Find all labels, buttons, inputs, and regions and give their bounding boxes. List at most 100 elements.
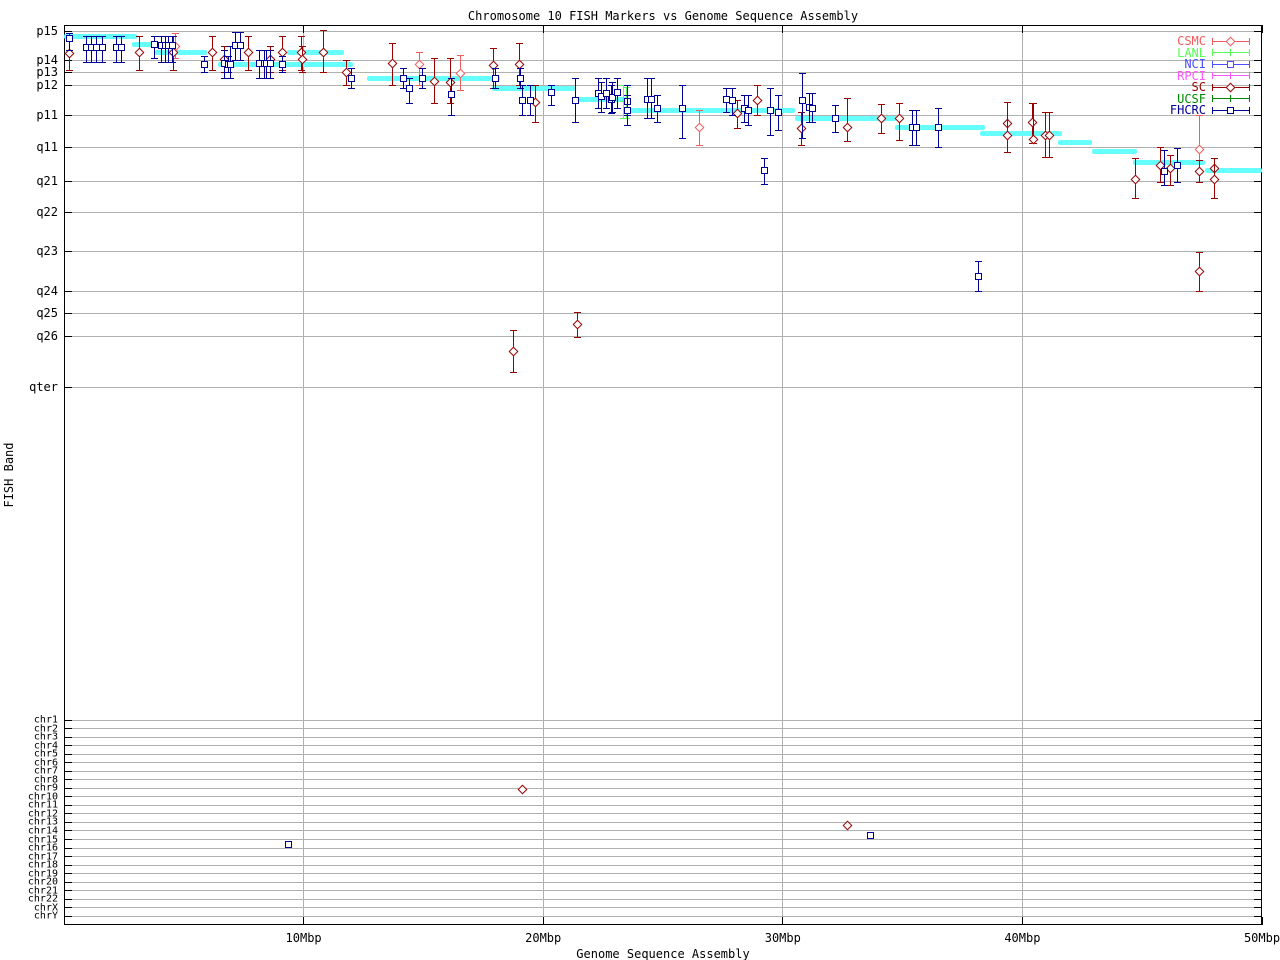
error-bar-sc — [1199, 252, 1200, 291]
data-point-fhcrc — [221, 60, 228, 67]
data-point-fhcrc — [809, 105, 816, 112]
error-bar-fhcrc — [422, 68, 423, 88]
y-tick-label-band: q21 — [0, 174, 58, 188]
error-bar-cap — [348, 68, 355, 69]
error-bar-cap — [745, 95, 752, 96]
y-tick-label-chr: chrY — [0, 911, 58, 922]
data-point-fhcrc — [767, 107, 774, 114]
error-bar-cap — [1161, 185, 1168, 186]
axis-tick — [64, 387, 72, 388]
data-point-fhcrc — [201, 61, 208, 68]
assembly-segment — [218, 62, 353, 67]
error-bar-cap — [245, 36, 252, 37]
error-bar-fhcrc — [102, 36, 103, 62]
error-bar-cap — [761, 158, 768, 159]
error-bar-cap — [754, 85, 761, 86]
error-bar-fhcrc — [235, 32, 236, 60]
data-point-fhcrc — [88, 44, 95, 51]
error-bar-cap — [66, 50, 73, 51]
data-point-fhcrc — [975, 273, 982, 280]
error-bar-cap — [548, 85, 555, 86]
error-bar-fhcrc — [351, 68, 352, 88]
error-bar-sc — [1170, 155, 1171, 185]
error-bar-cap — [99, 62, 106, 63]
gridline-horizontal — [64, 813, 1262, 814]
gridline-horizontal — [64, 291, 1262, 292]
error-bar-cap — [256, 78, 263, 79]
error-bar-cap — [913, 145, 920, 146]
error-bar-fhcrc — [161, 36, 162, 62]
error-bar-cap — [1157, 182, 1164, 183]
data-point-fhcrc — [118, 44, 125, 51]
error-bar-cap — [624, 125, 631, 126]
y-tick-label-chr: chr5 — [0, 749, 58, 760]
legend-marker-sample — [1212, 61, 1213, 68]
legend-marker-sample — [1249, 95, 1250, 102]
error-bar-cap — [447, 58, 454, 59]
legend-marker-sample — [1227, 98, 1234, 99]
data-point-sc — [297, 47, 307, 57]
gridline-horizontal — [64, 60, 1262, 61]
error-bar-sc — [1007, 102, 1008, 152]
error-bar-csmc — [1199, 115, 1200, 182]
axis-tick — [1254, 762, 1262, 763]
error-bar-cap — [267, 78, 274, 79]
gridline-horizontal — [64, 115, 1262, 116]
error-bar-cap — [623, 118, 630, 119]
data-point-fhcrc — [348, 75, 355, 82]
error-bar-cap — [741, 95, 748, 96]
error-bar-cap — [519, 115, 526, 116]
error-bar-cap — [799, 138, 806, 139]
error-bar-cap — [654, 95, 661, 96]
error-bar-cap — [136, 70, 143, 71]
error-bar-sc — [493, 48, 494, 88]
error-bar-cap — [644, 78, 651, 79]
assembly-segment — [367, 76, 500, 81]
axis-tick — [64, 916, 72, 917]
axis-tick — [1254, 85, 1262, 86]
error-bar-fhcrc — [259, 50, 260, 78]
error-bar-cap — [799, 73, 806, 74]
error-bar-sc — [270, 46, 271, 72]
data-point-sc — [219, 54, 229, 64]
legend-marker-sample — [1212, 75, 1249, 76]
data-point-fhcrc — [517, 75, 524, 82]
axis-tick — [1254, 745, 1262, 746]
error-bar-cap — [221, 72, 228, 73]
error-bar-cap — [299, 46, 306, 47]
error-bar-fhcrc — [86, 36, 87, 62]
y-tick-label-band: qter — [0, 380, 58, 394]
error-bar-cap — [1132, 158, 1139, 159]
data-point-fhcrc — [1161, 168, 1168, 175]
data-point-fhcrc — [400, 75, 407, 82]
gridline-horizontal — [64, 779, 1262, 780]
legend-label: LANL — [1116, 46, 1206, 60]
gridline-horizontal — [64, 251, 1262, 252]
error-bar-sc — [302, 46, 303, 72]
error-bar-cap — [723, 88, 730, 89]
error-bar-cap — [644, 118, 651, 119]
error-bar-cap — [225, 56, 232, 57]
data-point-sc — [894, 113, 904, 123]
axis-tick — [1254, 916, 1262, 917]
data-point-sc — [876, 113, 886, 123]
axis-tick — [1254, 890, 1262, 891]
axis-tick — [1254, 830, 1262, 831]
data-point-sc — [517, 784, 527, 794]
axis-tick — [1262, 25, 1263, 33]
data-point-fhcrc — [761, 167, 768, 174]
y-tick-label-band: p14 — [0, 53, 58, 67]
data-point-fhcrc — [723, 96, 730, 103]
data-point-fhcrc — [448, 91, 455, 98]
data-point-fhcrc — [832, 115, 839, 122]
error-bar-fhcrc — [116, 36, 117, 62]
gridline-horizontal — [64, 822, 1262, 823]
data-point-fhcrc — [99, 44, 106, 51]
error-bar-sc — [1199, 160, 1200, 182]
data-point-fhcrc — [232, 42, 239, 49]
data-point-sc — [1209, 163, 1219, 173]
data-point-sc — [1028, 134, 1038, 144]
error-bar-cap — [279, 72, 286, 73]
data-point-sc — [1002, 118, 1012, 128]
legend-label: SC — [1116, 80, 1206, 94]
